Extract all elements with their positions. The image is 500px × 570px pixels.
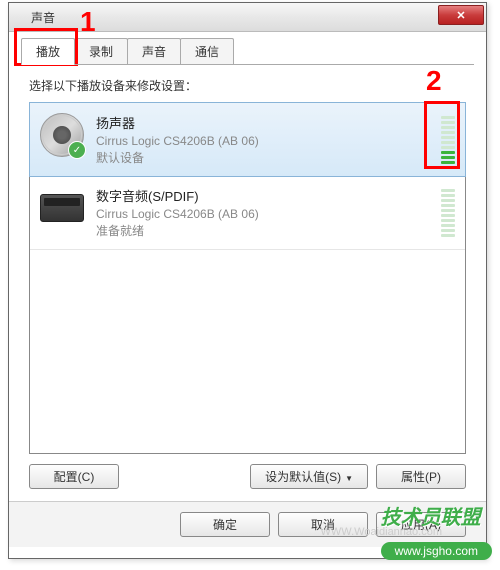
instruction-label: 选择以下播放设备来修改设置： [29, 77, 466, 94]
content-area: 选择以下播放设备来修改设置： ✓ 扬声器 Cirrus Logic CS4206… [9, 65, 486, 454]
device-name: 数字音频(S/PDIF) [96, 186, 435, 205]
device-text: 数字音频(S/PDIF) Cirrus Logic CS4206B (AB 06… [96, 186, 435, 239]
device-text: 扬声器 Cirrus Logic CS4206B (AB 06) 默认设备 [96, 113, 435, 166]
level-meter [441, 116, 455, 164]
button-row-device: 配置(C) 设为默认值(S)▼ 属性(P) [9, 454, 486, 489]
title-bar[interactable]: 声音 ✕ [9, 3, 486, 32]
tab-record[interactable]: 录制 [74, 38, 128, 65]
configure-button[interactable]: 配置(C) [29, 464, 119, 489]
speaker-icon: ✓ [40, 113, 84, 157]
close-button[interactable]: ✕ [438, 5, 484, 25]
device-list[interactable]: ✓ 扬声器 Cirrus Logic CS4206B (AB 06) 默认设备 … [29, 102, 466, 454]
tab-playback[interactable]: 播放 [21, 38, 75, 65]
ok-button[interactable]: 确定 [180, 512, 270, 537]
default-checkmark-icon: ✓ [68, 141, 86, 159]
properties-button[interactable]: 属性(P) [376, 464, 466, 489]
chevron-down-icon: ▼ [345, 474, 353, 483]
device-status: 准备就绪 [96, 222, 435, 239]
tab-row: 播放 录制 声音 通信 [9, 32, 486, 65]
device-row-spdif[interactable]: 数字音频(S/PDIF) Cirrus Logic CS4206B (AB 06… [30, 176, 465, 250]
watermark-faded: WWW.Woaidiannao.com [321, 526, 442, 538]
tab-communication[interactable]: 通信 [180, 38, 234, 65]
close-icon: ✕ [456, 9, 465, 22]
spdif-icon [40, 194, 84, 222]
level-meter [441, 189, 455, 237]
device-status: 默认设备 [96, 149, 435, 166]
tab-underline [21, 64, 474, 65]
device-description: Cirrus Logic CS4206B (AB 06) [96, 207, 435, 221]
device-row-speakers[interactable]: ✓ 扬声器 Cirrus Logic CS4206B (AB 06) 默认设备 [29, 102, 466, 177]
device-description: Cirrus Logic CS4206B (AB 06) [96, 134, 435, 148]
set-default-button[interactable]: 设为默认值(S)▼ [250, 464, 368, 489]
watermark: WWW.Woaidiannao.com 技术员联盟 www.jsgho.com [381, 501, 492, 560]
device-name: 扬声器 [96, 113, 435, 132]
window-title: 声音 [31, 9, 55, 26]
tab-sound[interactable]: 声音 [127, 38, 181, 65]
watermark-url: www.jsgho.com [381, 542, 492, 560]
sound-dialog: 声音 ✕ 播放 录制 声音 通信 选择以下播放设备来修改设置： ✓ 扬声器 Ci… [8, 2, 487, 559]
